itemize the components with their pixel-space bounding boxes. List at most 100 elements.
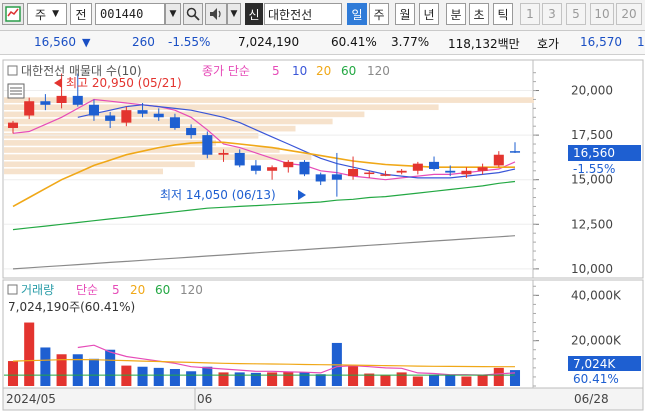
- price-volume-chart[interactable]: 20,00017,50015,00012,50010,000 40,000K20…: [0, 57, 645, 412]
- volume-bar: [461, 376, 472, 386]
- interval-button-10[interactable]: 10: [590, 3, 614, 25]
- date-label-month: 06: [197, 392, 212, 406]
- interval-label: 5: [572, 7, 580, 21]
- current-volume-tag-value: 7,024K: [573, 357, 616, 371]
- candle-body: [40, 101, 51, 105]
- search-icon: [186, 7, 200, 21]
- interval-button-3[interactable]: 3: [542, 3, 562, 25]
- speaker-icon: [210, 8, 221, 20]
- new-badge: 신: [245, 3, 263, 25]
- candle-body: [169, 117, 180, 128]
- jeon-button[interactable]: 전: [70, 3, 92, 25]
- candle-body: [234, 152, 245, 166]
- candle-body: [299, 161, 310, 175]
- speaker-button[interactable]: [205, 3, 227, 25]
- volume-bar: [24, 322, 35, 386]
- candle-body: [283, 161, 294, 168]
- market-type-label: 주: [35, 7, 47, 22]
- candle-body: [218, 152, 229, 155]
- period-tab-label: 일: [351, 7, 363, 22]
- stock-name: 대한전선: [268, 7, 313, 22]
- volume-bar: [202, 366, 213, 386]
- volume-legend-title: 거래량: [21, 283, 54, 297]
- app-icon[interactable]: [2, 3, 24, 25]
- ask-label: 호가: [537, 37, 560, 51]
- high-annotation: 최고 20,950 (05/21): [66, 76, 182, 90]
- period-tab-week[interactable]: 주: [369, 3, 389, 25]
- period-tab-month[interactable]: 월: [395, 3, 415, 25]
- volume-legend-checkbox[interactable]: [7, 284, 18, 295]
- candle-body: [250, 165, 261, 171]
- chart-settings-icon[interactable]: [7, 83, 25, 99]
- candle-body: [348, 169, 359, 177]
- turnover-pct: 3.77%: [391, 35, 430, 49]
- candle-body: [509, 151, 521, 153]
- volume-profile-bar: [4, 154, 312, 160]
- volume-bar: [509, 370, 521, 386]
- volume-axis-label: 40,000K: [571, 288, 622, 302]
- period-tab-tick[interactable]: 틱: [493, 3, 513, 25]
- volume-bar: [218, 372, 229, 386]
- volume-bar: [396, 372, 407, 386]
- market-type-select[interactable]: 주 ▼: [27, 3, 67, 25]
- chevron-down-icon: ▼: [169, 9, 177, 19]
- volume-bar: [412, 376, 423, 386]
- volume-bar: [186, 371, 197, 386]
- volume-bar: [153, 367, 164, 386]
- ask-price: 16,570: [580, 35, 622, 49]
- volume-bar: [169, 369, 180, 386]
- volume-profile-bar: [4, 125, 296, 132]
- period-tab-minute[interactable]: 분: [446, 3, 466, 25]
- period-tab-day[interactable]: 일: [347, 3, 367, 25]
- volume-ma-label: 단순: [76, 283, 98, 297]
- grid-icon: [5, 6, 21, 22]
- current-price-tag-value: 16,560: [573, 146, 615, 160]
- chevron-down-icon: ▼: [52, 9, 59, 19]
- volume-last-value: 7,024,190주(60.41%): [8, 300, 135, 314]
- candle-body: [72, 95, 83, 105]
- speaker-dropdown-button[interactable]: ▼: [227, 3, 241, 25]
- jeon-label: 전: [75, 7, 87, 22]
- candle-body: [315, 174, 326, 182]
- volume-profile-bar: [4, 132, 259, 139]
- interval-button-20[interactable]: 20: [616, 3, 642, 25]
- candle-body: [331, 174, 342, 180]
- candle-body: [202, 135, 213, 155]
- ma-legend-label: 종가 단순: [202, 64, 250, 78]
- candle-body: [461, 170, 472, 175]
- interval-button-5[interactable]: 5: [566, 3, 586, 25]
- period-tab-label: 주: [373, 7, 385, 22]
- legend-checkbox[interactable]: [7, 65, 18, 76]
- volume-bar: [477, 375, 488, 386]
- code-dropdown-button[interactable]: ▼: [165, 3, 181, 25]
- volume-profile-bar: [4, 104, 439, 111]
- volume-bar: [445, 374, 456, 386]
- search-button[interactable]: [183, 3, 203, 25]
- volume-bar: [267, 372, 278, 386]
- volume-bar: [137, 366, 148, 386]
- candle-body: [7, 122, 19, 128]
- period-tab-year[interactable]: 년: [419, 3, 439, 25]
- period-tab-second[interactable]: 초: [469, 3, 489, 25]
- volume-bar: [283, 371, 294, 386]
- volume-bar: [56, 354, 67, 386]
- interval-label: 20: [621, 7, 637, 21]
- volume-profile-bar: [4, 140, 216, 146]
- interval-label: 3: [548, 7, 556, 21]
- current-change-tag: -1.55%: [573, 162, 615, 176]
- ma-legend-120: 120: [367, 64, 390, 78]
- extra-value: 1: [637, 35, 645, 49]
- candle-body: [445, 170, 456, 173]
- stock-name-field[interactable]: 대한전선: [264, 3, 342, 25]
- price-axis-label: 10,000: [571, 262, 613, 276]
- candle-body: [267, 167, 278, 171]
- ma-legend-20: 20: [316, 64, 331, 78]
- period-tab-label: 분: [450, 7, 462, 22]
- candle-body: [88, 104, 99, 116]
- candle-body: [364, 172, 375, 175]
- stock-code-input[interactable]: 001440: [95, 3, 165, 25]
- volume-bar: [40, 347, 51, 386]
- down-arrow-icon: ▼: [82, 36, 91, 49]
- trade-volume: 7,024,190: [238, 35, 300, 49]
- interval-button-1[interactable]: 1: [520, 3, 540, 25]
